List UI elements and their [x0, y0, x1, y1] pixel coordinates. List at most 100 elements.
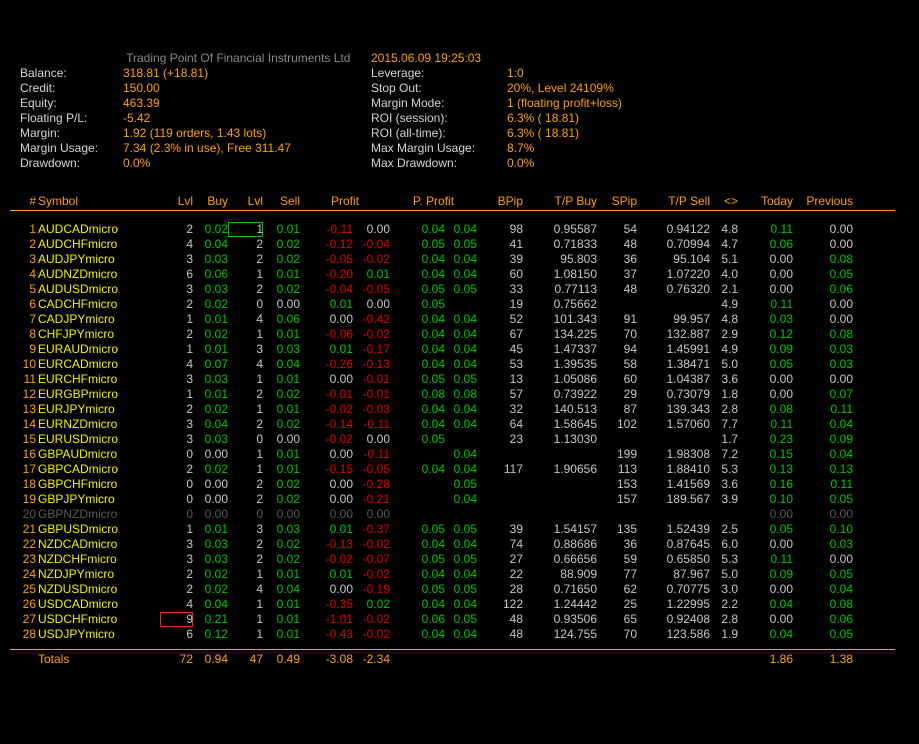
tp-buy-cell: 1.39535: [523, 357, 597, 372]
sell-level-cell: 1: [228, 597, 263, 612]
p-profit-a-cell: 0.04: [390, 417, 445, 432]
buy-level-cell: 2: [160, 582, 193, 597]
bpip-cell: 32: [477, 402, 523, 417]
session-stat-label: Stop Out:: [371, 81, 507, 96]
sell-lots-cell: 0.01: [263, 402, 300, 417]
filler-cell: [853, 582, 895, 597]
filler-cell: [853, 492, 895, 507]
sell-level-cell: 1: [228, 267, 263, 282]
filler-cell: [853, 312, 895, 327]
profit-b-cell: 0.00: [353, 222, 390, 237]
session-stat-row: Max Drawdown:0.0%: [371, 156, 622, 171]
spread-cell: 4.9: [710, 342, 738, 357]
bpip-cell: 57: [477, 387, 523, 402]
buy-level-cell: 3: [160, 252, 193, 267]
tp-buy-cell: 124.755: [523, 627, 597, 642]
buy-lots-cell: 0.00: [193, 492, 228, 507]
tp-buy-cell: 0.71833: [523, 237, 597, 252]
table-row: 1AUDCADmicro20.0210.01-0.110.000.040.049…: [10, 222, 895, 237]
sell-lots-cell: 0.02: [263, 237, 300, 252]
tp-buy-cell: 1.58645: [523, 417, 597, 432]
previous-cell: 0.05: [793, 267, 853, 282]
profit-a-cell: 0.00: [300, 372, 353, 387]
sell-level-cell: 3: [228, 342, 263, 357]
buy-level-cell: 3: [160, 282, 193, 297]
sell-lots-cell: 0.04: [263, 357, 300, 372]
symbol-cell: EURGBPmicro: [36, 387, 160, 402]
buy-lots-cell: 0.07: [193, 357, 228, 372]
row-number-cell: 28: [10, 627, 36, 642]
tp-sell-cell: 1.04387: [637, 372, 710, 387]
p-profit-a-cell: 0.04: [390, 252, 445, 267]
symbol-cell: NZDCADmicro: [36, 537, 160, 552]
spread-cell: 3.9: [710, 492, 738, 507]
previous-cell: 0.08: [793, 597, 853, 612]
tp-sell-cell: 1.52439: [637, 522, 710, 537]
buy-lots-cell: 0.01: [193, 387, 228, 402]
table-row: 13EURJPYmicro20.0210.01-0.02-0.030.040.0…: [10, 402, 895, 417]
profit-a-cell: -0.43: [300, 627, 353, 642]
filler-cell: [853, 612, 895, 627]
profit-b-cell: -0.01: [353, 387, 390, 402]
sell-level-cell: 4: [228, 582, 263, 597]
session-stat-row: ROI (session):6.3% ( 18.81): [371, 111, 622, 126]
today-cell: 0.13: [738, 462, 793, 477]
buy-level-cell: 0: [160, 492, 193, 507]
table-row: 2AUDCHFmicro40.0420.02-0.12-0.040.050.05…: [10, 237, 895, 252]
spip-cell: 135: [597, 522, 637, 537]
tp-buy-cell: [523, 447, 597, 462]
spip-cell: 87: [597, 402, 637, 417]
p-profit-b-cell: 0.05: [445, 612, 477, 627]
account-stat-row: Drawdown:0.0%: [20, 156, 350, 171]
filler-cell: [853, 432, 895, 447]
today-cell: 0.05: [738, 522, 793, 537]
bpip-cell: 117: [477, 462, 523, 477]
symbol-cell: CHFJPYmicro: [36, 327, 160, 342]
session-stat-row: Max Margin Usage:8.7%: [371, 141, 622, 156]
sell-level-cell: 0: [228, 432, 263, 447]
today-cell: 0.00: [738, 537, 793, 552]
sell-lots-cell: 0.01: [263, 327, 300, 342]
tp-sell-cell: 1.57060: [637, 417, 710, 432]
tp-buy-cell: 0.66656: [523, 552, 597, 567]
col-header-filler: [853, 194, 895, 211]
filler-cell: [853, 650, 895, 668]
row-number-cell: 27: [10, 612, 36, 627]
spread-cell: 1.9: [710, 627, 738, 642]
table-row: 17GBPCADmicro20.0210.01-0.15-0.050.040.0…: [10, 462, 895, 477]
buy-level-cell: 2: [160, 222, 193, 237]
symbol-cell: GBPUSDmicro: [36, 522, 160, 537]
profit-a-cell: 0.00: [300, 507, 353, 522]
profit-b-cell: -0.19: [353, 582, 390, 597]
p-profit-a-cell: 0.04: [390, 402, 445, 417]
spread-cell: 1.7: [710, 432, 738, 447]
profit-a-cell: -0.05: [300, 252, 353, 267]
profit-a-cell: -0.13: [300, 537, 353, 552]
spip-cell: 70: [597, 627, 637, 642]
tp-sell-cell: 123.586: [637, 627, 710, 642]
symbol-cell: AUDJPYmicro: [36, 252, 160, 267]
buy-level-cell: 2: [160, 297, 193, 312]
table-row: 6CADCHFmicro20.0200.000.010.000.05190.75…: [10, 297, 895, 312]
tp-buy-cell: [523, 492, 597, 507]
table-row: 14EURNZDmicro30.0420.02-0.14-0.110.040.0…: [10, 417, 895, 432]
spread-cell: 6.0: [710, 537, 738, 552]
tp-sell-cell: 1.41569: [637, 477, 710, 492]
buy-level-cell: 6: [160, 267, 193, 282]
today-cell: 0.00: [738, 387, 793, 402]
spip-cell: 91: [597, 312, 637, 327]
today-cell: 0.00: [738, 252, 793, 267]
row-number-cell: 25: [10, 582, 36, 597]
session-stat-value: 0.0%: [507, 156, 534, 170]
sell-lots-cell: 0.02: [263, 252, 300, 267]
table-row: 20GBPNZDmicro00.0000.000.000.000.000.00: [10, 507, 895, 522]
datetime-row: 2015.06.09 19:25:03: [371, 51, 622, 66]
sell-level-cell: 2: [228, 282, 263, 297]
spread-cell: 4.0: [710, 267, 738, 282]
previous-cell: 0.00: [793, 222, 853, 237]
spip-cell: 58: [597, 357, 637, 372]
session-stat-label: Max Drawdown:: [371, 156, 507, 171]
spip-cell: 36: [597, 537, 637, 552]
previous-cell: 0.07: [793, 387, 853, 402]
p-profit-a-cell: [390, 447, 445, 462]
